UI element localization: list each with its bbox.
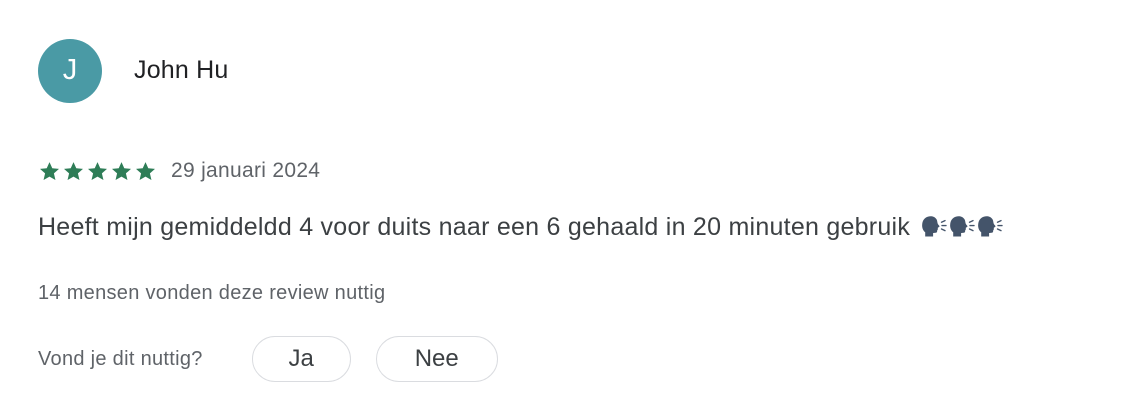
star-icon [112,161,131,180]
review-header: J John Hu [38,38,229,103]
star-rating [38,160,157,183]
star-icon [136,161,155,180]
helpful-question: Vond je dit nuttig? [38,347,203,370]
review-body: Heeft mijn gemiddeldd 4 voor duits naar … [38,209,1138,245]
helpful-count: 14 mensen vonden deze review nuttig [38,282,386,304]
star-icon [88,161,107,180]
avatar-initial: J [62,54,78,86]
review-card: J John Hu 29 januari 2024 Heeft mijn gem… [0,0,1148,420]
speaking-head-icon [978,216,1003,237]
review-text: Heeft mijn gemiddeldd 4 voor duits naar … [38,213,911,241]
review-date: 29 januari 2024 [171,159,321,182]
avatar: J [38,38,102,103]
speaking-head-icon [922,216,947,237]
author-name: John Hu [134,56,229,84]
no-button[interactable]: Nee [375,336,498,382]
helpful-feedback-row: Vond je dit nuttig? Ja Nee [38,334,498,384]
star-icon [64,161,83,180]
emoji-group [921,214,1005,238]
speaking-head-icon [950,216,975,237]
star-icon [40,161,59,180]
review-meta: 29 januari 2024 [38,156,320,186]
yes-button[interactable]: Ja [251,336,351,382]
